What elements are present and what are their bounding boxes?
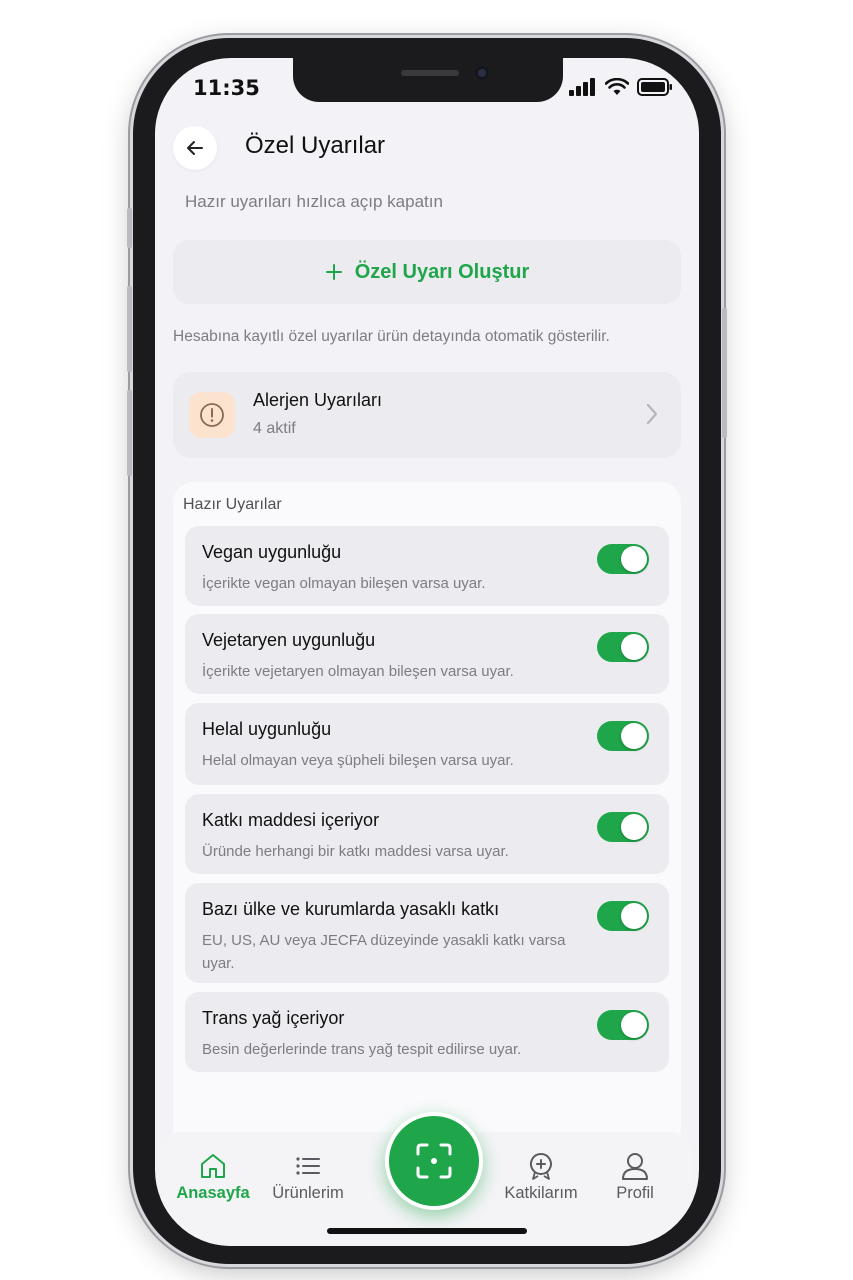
screen: 11:35 Özel Uyarılar Hazır uyarıları hızl… xyxy=(155,58,699,1246)
warning-item-vegan: Vegan uygunluğu İçerikte vegan olmayan b… xyxy=(185,526,669,606)
allergen-title: Alerjen Uyarıları xyxy=(253,390,383,410)
tab-contributions-label: Katkilarım xyxy=(504,1184,578,1202)
warning-item-banned-additive: Bazı ülke ve kurumlarda yasaklı katkı EU… xyxy=(185,883,669,983)
tab-products-label: Ürünlerim xyxy=(272,1184,344,1202)
warning-item-trans-fat: Trans yağ içeriyor Besin değerlerinde tr… xyxy=(185,992,669,1072)
chevron-right-icon xyxy=(646,403,658,425)
home-indicator xyxy=(327,1228,527,1234)
allergen-icon-badge xyxy=(189,392,235,438)
toggle-switch[interactable] xyxy=(597,632,649,662)
create-custom-warning-button[interactable]: Özel Uyarı Oluştur xyxy=(173,240,681,304)
phone-frame: 11:35 Özel Uyarılar Hazır uyarıları hızl… xyxy=(127,38,727,1264)
warning-item-additive: Katkı maddesi içeriyor Üründe herhangi b… xyxy=(185,794,669,874)
warning-title: Trans yağ içeriyor xyxy=(202,1008,345,1028)
warning-item-halal: Helal uygunluğu Helal olmayan veya şüphe… xyxy=(185,703,669,785)
speaker xyxy=(401,70,459,76)
warning-item-vegetarian: Vejetaryen uygunluğu İçerikte vejetaryen… xyxy=(185,614,669,694)
allergen-warnings-card[interactable]: Alerjen Uyarıları 4 aktif xyxy=(173,372,681,458)
tab-contributions[interactable]: Katkilarım xyxy=(491,1152,591,1203)
warning-title: Katkı maddesi içeriyor xyxy=(202,810,380,830)
back-button[interactable] xyxy=(173,126,217,170)
tab-profile-label: Profil xyxy=(616,1184,654,1202)
section-title: Hazır Uyarılar xyxy=(183,496,282,513)
warning-desc: Üründe herhangi bir katkı maddesi varsa … xyxy=(202,843,509,860)
tab-products[interactable]: Ürünlerim xyxy=(258,1152,358,1203)
alert-circle-icon xyxy=(200,403,224,427)
warning-desc: İçerikte vegan olmayan bileşen varsa uya… xyxy=(202,575,486,592)
front-camera xyxy=(475,66,489,80)
warning-desc: EU, US, AU veya JECFA düzeyinde yasakli … xyxy=(202,932,566,972)
info-text: Hesabına kayıtlı özel uyarılar ürün deta… xyxy=(173,328,610,345)
scan-button[interactable] xyxy=(385,1112,483,1210)
plus-icon xyxy=(325,264,342,280)
wifi-icon xyxy=(605,78,629,95)
toggle-knob xyxy=(621,546,647,572)
profile-icon xyxy=(622,1153,648,1180)
warning-title: Bazı ülke ve kurumlarda yasaklı katkı xyxy=(202,899,500,919)
volume-down-button xyxy=(127,390,132,476)
contribution-icon xyxy=(529,1153,552,1180)
volume-up-button xyxy=(127,286,132,372)
toggle-knob xyxy=(621,1012,647,1038)
toggle-knob xyxy=(621,723,647,749)
battery-icon xyxy=(637,78,672,96)
status-icons xyxy=(569,78,673,96)
create-button-label: Özel Uyarı Oluştur xyxy=(354,260,530,283)
list-icon xyxy=(296,1157,320,1175)
warning-desc: İçerikte vejetaryen olmayan bileşen vars… xyxy=(202,663,514,680)
status-time: 11:35 xyxy=(193,76,260,100)
allergen-count: 4 aktif xyxy=(253,420,296,437)
home-icon xyxy=(201,1154,225,1178)
mute-switch xyxy=(127,208,132,248)
tab-home-label: Anasayfa xyxy=(176,1184,250,1202)
warning-title: Vegan uygunluğu xyxy=(202,542,342,562)
toggle-knob xyxy=(621,814,647,840)
warning-desc: Helal olmayan veya şüpheli bileşen varsa… xyxy=(202,752,514,769)
toggle-switch[interactable] xyxy=(597,1010,649,1040)
toggle-knob xyxy=(621,634,647,660)
warning-title: Helal uygunluğu xyxy=(202,719,332,739)
ready-warnings-section: Hazır Uyarılar Vegan uygunluğu İçerikte … xyxy=(173,482,681,1162)
scan-icon xyxy=(416,1143,452,1179)
page-title: Özel Uyarılar xyxy=(245,132,386,159)
power-button xyxy=(722,308,727,438)
toggle-switch[interactable] xyxy=(597,901,649,931)
warning-desc: Besin değerlerinde trans yağ tespit edil… xyxy=(202,1041,522,1058)
toggle-switch[interactable] xyxy=(597,544,649,574)
tab-home[interactable]: Anasayfa xyxy=(163,1152,263,1203)
toggle-knob xyxy=(621,903,647,929)
toggle-switch[interactable] xyxy=(597,812,649,842)
tab-profile[interactable]: Profil xyxy=(585,1152,685,1203)
warning-title: Vejetaryen uygunluğu xyxy=(202,630,376,650)
notch xyxy=(293,58,563,102)
signal-icon xyxy=(569,78,595,96)
arrow-left-icon xyxy=(187,141,203,155)
page-subtitle: Hazır uyarıları hızlıca açıp kapatın xyxy=(185,192,443,211)
toggle-switch[interactable] xyxy=(597,721,649,751)
